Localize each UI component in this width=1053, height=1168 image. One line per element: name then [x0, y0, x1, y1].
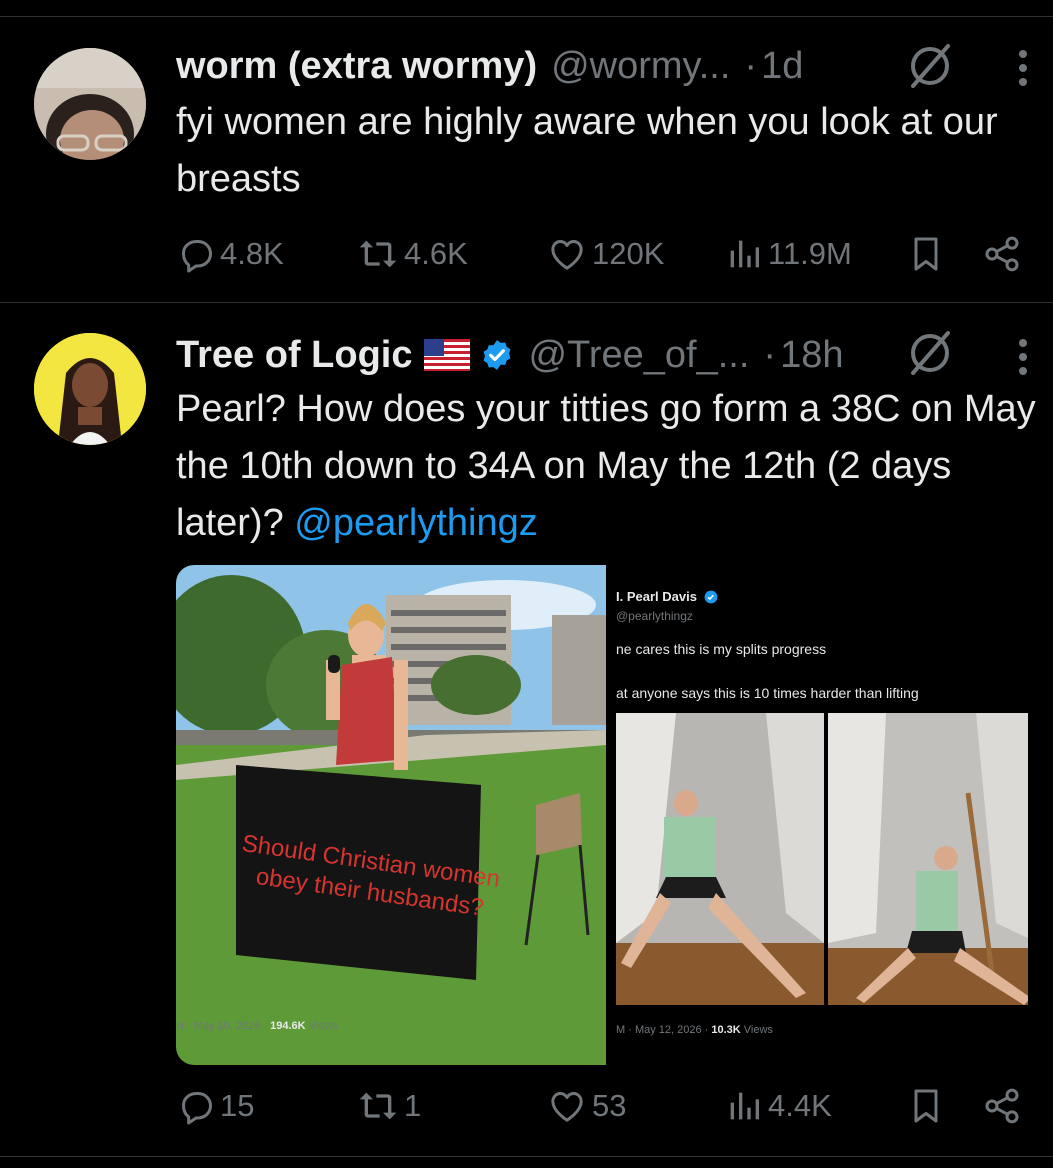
flag-icon [424, 339, 471, 371]
media-grid[interactable]: Should Christian women obey their husban… [176, 565, 1028, 1065]
caption-views: 10.3K [711, 1024, 741, 1036]
repost-count: 1 [404, 1088, 422, 1123]
repost-icon [359, 1092, 397, 1120]
repost-icon [359, 240, 397, 268]
bookmark-button[interactable] [906, 232, 946, 276]
heart-icon [551, 1092, 583, 1122]
left-image-caption: И · May 10, 2026 · 194.6K Views [176, 1020, 338, 1032]
timestamp[interactable]: 1d [761, 45, 803, 88]
user-handle[interactable]: @Tree_of_... [528, 334, 749, 377]
repost-button[interactable]: 4.6K [356, 232, 468, 276]
media-image-left[interactable]: Should Christian women obey their husban… [176, 565, 606, 1065]
grok-icon[interactable] [904, 327, 956, 379]
right-image-caption: M · May 12, 2026 · 10.3K Views [616, 1024, 773, 1036]
caption-views: 194.6K [270, 1020, 306, 1032]
like-count: 53 [592, 1088, 627, 1123]
share-icon [985, 1088, 1019, 1124]
repost-button[interactable]: 1 [356, 1084, 421, 1128]
reply-button[interactable]: 4.8K [176, 232, 284, 276]
separator-dot: · [763, 333, 777, 376]
tweet-header: worm (extra wormy) @wormy... · 1d [176, 44, 803, 88]
screenshot-verified-icon [704, 590, 718, 609]
tweet-header: Tree of Logic @Tree_of_... · 18h [176, 333, 843, 377]
share-button[interactable] [982, 1084, 1022, 1128]
screenshot-handle: @pearlythingz [616, 609, 693, 623]
reply-icon [182, 1092, 212, 1125]
more-options-icon[interactable] [1013, 46, 1033, 90]
display-name[interactable]: Tree of Logic [176, 334, 412, 377]
avatar[interactable] [34, 333, 146, 445]
reply-count: 15 [220, 1088, 255, 1123]
bottom-divider [0, 1156, 1053, 1157]
views-icon [730, 240, 759, 268]
bookmark-button[interactable] [906, 1084, 946, 1128]
more-options-icon[interactable] [1013, 335, 1033, 379]
bookmark-icon [914, 1089, 938, 1123]
verified-badge-icon[interactable] [480, 338, 514, 372]
reply-icon [182, 240, 212, 273]
screenshot-author-name: I. Pearl Davis [616, 589, 697, 604]
heart-icon [551, 240, 583, 270]
views-button[interactable]: 4.4K [724, 1084, 832, 1128]
screenshot-text-line-2: at anyone says this is 10 times harder t… [616, 685, 919, 701]
share-button[interactable] [982, 232, 1022, 276]
grok-icon[interactable] [904, 40, 956, 92]
caption-date: И · May 10, 2026 · [176, 1020, 271, 1032]
separator-dot: · [744, 44, 758, 87]
avatar[interactable] [34, 48, 146, 160]
reply-button[interactable]: 15 [176, 1084, 254, 1128]
splits-photos-icon [616, 713, 1028, 1005]
like-button[interactable]: 120K [546, 232, 664, 276]
avatar-photo-icon [34, 48, 146, 160]
screenshot-text-line-1: ne cares this is my splits progress [616, 641, 827, 657]
action-bar: 4.8K 4.6K 120K 11.9M [176, 232, 1036, 276]
user-handle[interactable]: @wormy... [551, 45, 730, 88]
views-icon [730, 1092, 759, 1120]
caption-suffix: Views [305, 1020, 338, 1032]
like-button[interactable]: 53 [546, 1084, 626, 1128]
media-image-right[interactable]: I. Pearl Davis @pearlythingz ne cares th… [606, 565, 1028, 1065]
tweet-text: Pearl? How does your titties go form a 3… [176, 381, 1046, 552]
tweet-text: fyi women are highly aware when you look… [176, 101, 998, 200]
like-count: 120K [592, 236, 665, 271]
photo-sign-outdoor-icon [176, 565, 606, 1065]
share-icon [985, 236, 1019, 272]
mention-link[interactable]: @pearlythingz [294, 502, 537, 544]
reply-count: 4.8K [220, 236, 284, 271]
repost-count: 4.6K [404, 236, 468, 271]
avatar-illustration-icon [34, 333, 146, 445]
action-bar: 15 1 53 4.4K [176, 1084, 1036, 1128]
views-count: 4.4K [768, 1088, 832, 1123]
tweet-1[interactable]: worm (extra wormy) @wormy... · 1d fyi wo… [0, 0, 1053, 302]
caption-suffix: Views [740, 1024, 773, 1036]
timestamp[interactable]: 18h [780, 334, 843, 377]
display-name[interactable]: worm (extra wormy) [176, 45, 537, 88]
views-button[interactable]: 11.9M [724, 232, 852, 276]
views-count: 11.9M [768, 236, 852, 271]
caption-date: M · May 12, 2026 · [616, 1024, 712, 1036]
bookmark-icon [914, 237, 938, 271]
